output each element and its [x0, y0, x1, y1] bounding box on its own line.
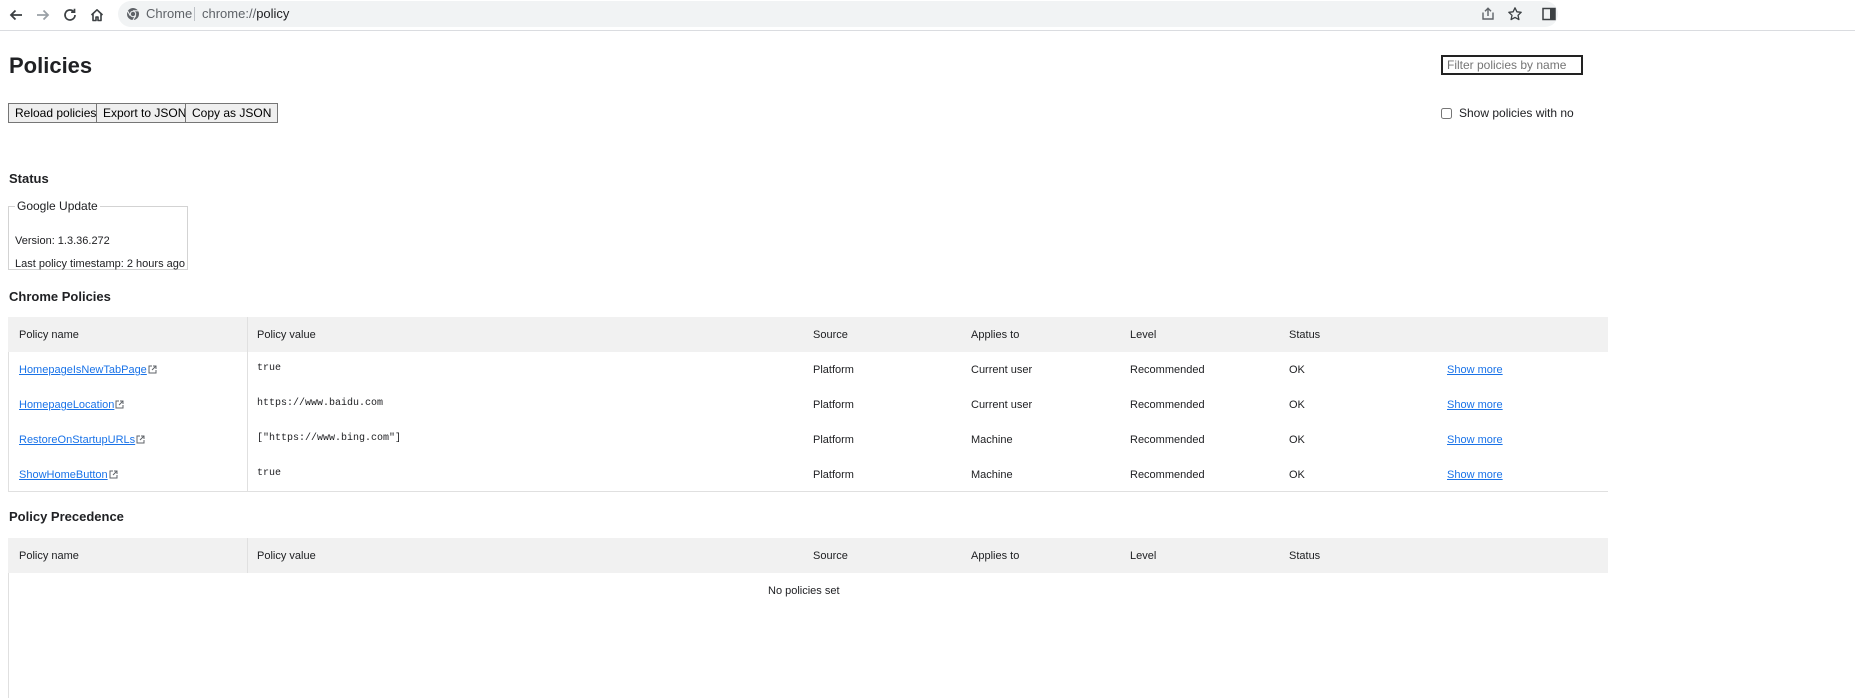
policy-source: Platform — [813, 364, 854, 376]
column-header: Status — [1289, 550, 1321, 562]
policy-level: Recommended — [1130, 364, 1205, 376]
table-header: Policy name Policy value Source Applies … — [8, 538, 1608, 573]
browser-toolbar: Chrome chrome://policy — [0, 0, 1855, 31]
share-icon[interactable] — [1480, 6, 1496, 22]
address-bar[interactable]: Chrome chrome://policy — [118, 1, 1558, 27]
url-text: chrome://policy — [202, 6, 289, 21]
arrow-right-icon — [37, 9, 50, 21]
policy-level: Recommended — [1130, 434, 1205, 446]
column-header: Applies to — [971, 550, 1020, 562]
show-unset-checkbox[interactable] — [1441, 107, 1452, 119]
policy-name-link[interactable]: RestoreOnStartupURLs — [19, 434, 145, 446]
policy-source: Platform — [813, 469, 854, 481]
column-header: Policy value — [257, 550, 316, 562]
column-header: Level — [1130, 550, 1157, 562]
reload-button[interactable] — [59, 4, 81, 26]
show-more-link[interactable]: Show more — [1447, 364, 1503, 376]
policy-scope: Current user — [971, 399, 1033, 411]
policy-status: OK — [1289, 469, 1305, 481]
policy-name-link[interactable]: HomepageIsNewTabPage — [19, 364, 157, 376]
site-chip-label: Chrome — [146, 6, 193, 21]
policy-value: true — [257, 468, 282, 479]
chrome-policies-table: Policy name Policy value Source Applies … — [8, 317, 1608, 492]
status-heading: Status — [9, 171, 49, 186]
policy-name: HomepageLocation — [19, 399, 115, 411]
show-more-link[interactable]: Show more — [1447, 469, 1503, 481]
status-timestamp: Last policy timestamp: 2 hours ago — [15, 258, 185, 270]
status-box-title: Google Update — [17, 199, 98, 213]
column-header: Source — [813, 550, 848, 562]
external-link-icon — [148, 365, 157, 374]
table-border — [8, 573, 9, 698]
policy-source: Platform — [813, 434, 854, 446]
external-link-icon — [136, 435, 145, 444]
table-row: HomepageIsNewTabPage true Platform Curre… — [8, 352, 1608, 387]
policy-precedence-table: Policy name Policy value Source Applies … — [8, 538, 1608, 698]
policy-name-link[interactable]: HomepageLocation — [19, 399, 124, 411]
show-unset-label: Show policies with no — [1459, 106, 1574, 120]
policy-name-link[interactable]: ShowHomeButton — [19, 469, 118, 481]
policy-precedence-heading: Policy Precedence — [9, 509, 124, 524]
external-link-icon — [109, 470, 118, 479]
column-header: Policy name — [19, 550, 79, 562]
arrow-left-icon — [9, 9, 22, 21]
column-header: Applies to — [971, 329, 1020, 341]
policy-scope: Current user — [971, 364, 1033, 376]
copy-json-button[interactable]: Copy as JSON — [185, 103, 279, 123]
refresh-icon — [64, 8, 76, 21]
policy-name: ShowHomeButton — [19, 469, 108, 481]
policy-scope: Machine — [971, 469, 1013, 481]
table-header: Policy name Policy value Source Applies … — [8, 317, 1608, 352]
back-button[interactable] — [5, 4, 27, 26]
policy-status: OK — [1289, 399, 1305, 411]
column-header: Source — [813, 329, 848, 341]
chrome-icon — [127, 8, 139, 21]
chrome-policies-heading: Chrome Policies — [9, 289, 111, 304]
table-row: HomepageLocation https://www.baidu.com P… — [8, 387, 1608, 422]
reload-policies-button[interactable]: Reload policies — [8, 103, 104, 123]
empty-table-message: No policies set — [768, 585, 840, 597]
table-row: RestoreOnStartupURLs ["https://www.bing.… — [8, 422, 1608, 457]
policy-status: OK — [1289, 434, 1305, 446]
page-title: Policies — [9, 53, 93, 78]
home-button[interactable] — [86, 4, 108, 26]
show-more-link[interactable]: Show more — [1447, 399, 1503, 411]
policy-name: RestoreOnStartupURLs — [19, 434, 136, 446]
policy-level: Recommended — [1130, 469, 1205, 481]
status-box: Google Update Version: 1.3.36.272 Last p… — [8, 199, 188, 270]
show-unset-toggle[interactable]: Show policies with no — [1441, 106, 1574, 120]
column-header: Policy value — [257, 329, 316, 341]
table-row: ShowHomeButton true Platform Machine Rec… — [8, 457, 1608, 492]
policy-scope: Machine — [971, 434, 1013, 446]
policy-source: Platform — [813, 399, 854, 411]
external-link-icon — [115, 400, 124, 409]
column-divider — [247, 538, 248, 573]
status-version: Version: 1.3.36.272 — [15, 235, 110, 247]
url-scheme: chrome:// — [202, 6, 257, 21]
policy-value: true — [257, 363, 282, 374]
home-icon — [90, 9, 104, 22]
policy-value: ["https://www.bing.com"] — [257, 433, 402, 444]
column-header: Policy name — [19, 329, 79, 341]
forward-button[interactable] — [32, 4, 54, 26]
side-panel-icon[interactable] — [1541, 6, 1557, 22]
column-header: Status — [1289, 329, 1321, 341]
bookmark-star-icon[interactable] — [1507, 6, 1523, 22]
url-path: policy — [256, 6, 290, 21]
show-more-link[interactable]: Show more — [1447, 434, 1503, 446]
export-json-button[interactable]: Export to JSON — [96, 103, 194, 123]
filter-policies-input[interactable] — [1441, 55, 1583, 75]
omnibox-divider — [194, 7, 195, 21]
policy-level: Recommended — [1130, 399, 1205, 411]
column-header: Level — [1130, 329, 1157, 341]
policy-value: https://www.baidu.com — [257, 398, 384, 409]
policy-status: OK — [1289, 364, 1305, 376]
policy-name: HomepageIsNewTabPage — [19, 364, 147, 376]
